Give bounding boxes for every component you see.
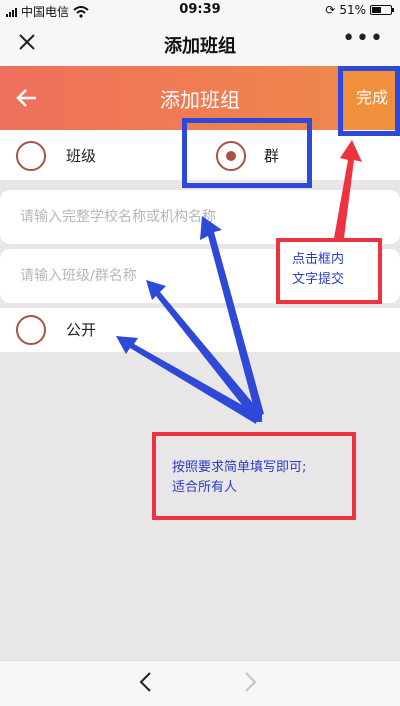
bottom-bar (0, 660, 400, 706)
battery-icon (370, 5, 394, 15)
nav-title: 添加班组 (164, 36, 236, 57)
more-icon[interactable]: ••• (342, 26, 384, 51)
radio-class[interactable] (16, 141, 46, 171)
annotation-box-done (338, 66, 400, 136)
nav-bar: 添加班组 ••• (0, 20, 400, 66)
status-right: ⟳ 51% (325, 3, 394, 17)
school-name-input[interactable] (0, 190, 400, 244)
annotation-box-group (182, 118, 312, 188)
submit-note-text: 点击框内 文字提交 (292, 250, 344, 290)
battery-percent: 51% (339, 3, 366, 17)
public-option-row: 公开 (0, 308, 400, 352)
chevron-right-icon[interactable] (244, 671, 258, 699)
blue-arrow-origin (254, 414, 262, 422)
chevron-left-icon[interactable] (138, 671, 152, 699)
fill-note-line2: 适合所有人 (172, 480, 238, 495)
fill-note-line1: 按照要求简单填写即可; (172, 460, 307, 475)
status-bar: 中国电信 09:39 ⟳ 51% (0, 0, 400, 20)
fill-note-text: 按照要求简单填写即可; 适合所有人 (172, 458, 306, 498)
school-input-card (0, 190, 400, 244)
rotation-lock-icon: ⟳ (325, 3, 336, 17)
radio-public[interactable] (16, 315, 46, 345)
submit-note-line1: 点击框内 (292, 252, 345, 267)
submit-note-line2: 文字提交 (292, 272, 345, 287)
option-class-label: 班级 (66, 147, 97, 165)
option-public-label: 公开 (66, 321, 97, 339)
